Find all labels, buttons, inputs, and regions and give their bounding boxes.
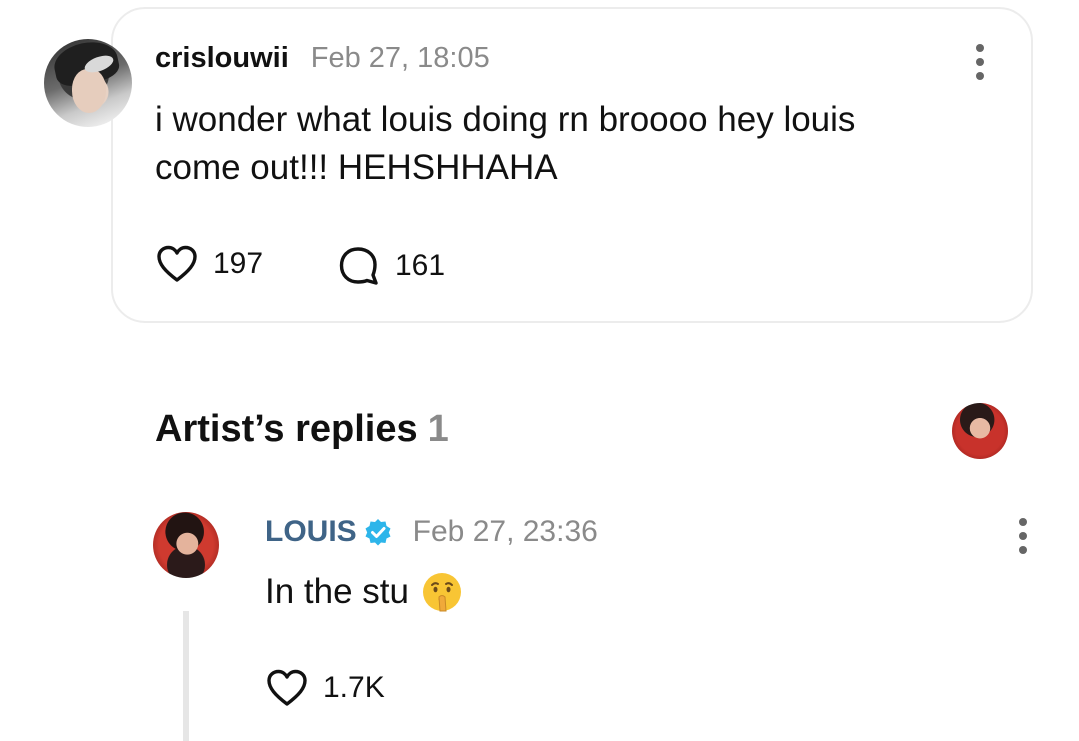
artist-replies-count: 1 (427, 408, 449, 450)
post-text: i wonder what louis doing rn broooo hey … (155, 100, 856, 187)
post-comment-button[interactable]: 161 (337, 244, 445, 288)
post-username[interactable]: crislouwii (155, 42, 289, 75)
reply-like-button[interactable]: 1.7K (265, 668, 385, 708)
heart-icon (157, 245, 197, 282)
post-like-button[interactable]: 197 (155, 244, 263, 284)
artist-replies-heading: Artist’s replies 1 (155, 408, 449, 451)
artist-replies-title: Artist’s replies (155, 408, 418, 450)
reply-like-count: 1.7K (323, 671, 385, 704)
fan-avatar[interactable] (44, 39, 132, 127)
post-header: crislouwii Feb 27, 18:05 (155, 42, 490, 75)
reply-username[interactable]: LOUIS (265, 515, 357, 549)
post-like-count: 197 (213, 247, 264, 280)
reply-more-icon[interactable] (1018, 518, 1028, 554)
post-comment-count: 161 (395, 249, 446, 282)
reply-text: In the stu (265, 572, 409, 611)
shushing-face-emoji (422, 573, 461, 612)
thread-line (183, 611, 189, 741)
heart-icon (267, 669, 307, 706)
reply-timestamp: Feb 27, 23:36 (412, 515, 598, 548)
verified-badge-icon (365, 519, 391, 546)
reply-text-line: In the stu (265, 568, 463, 616)
post-more-icon[interactable] (975, 44, 985, 80)
artist-avatar-small[interactable] (952, 403, 1008, 459)
speech-bubble-icon (339, 247, 378, 285)
fan-post-page: crislouwii Feb 27, 18:05 i wonder what l… (0, 0, 1079, 741)
post-timestamp: Feb 27, 18:05 (310, 42, 490, 74)
reply-artist-avatar[interactable] (153, 512, 219, 578)
reply-header: LOUIS Feb 27, 23:36 (265, 515, 598, 549)
